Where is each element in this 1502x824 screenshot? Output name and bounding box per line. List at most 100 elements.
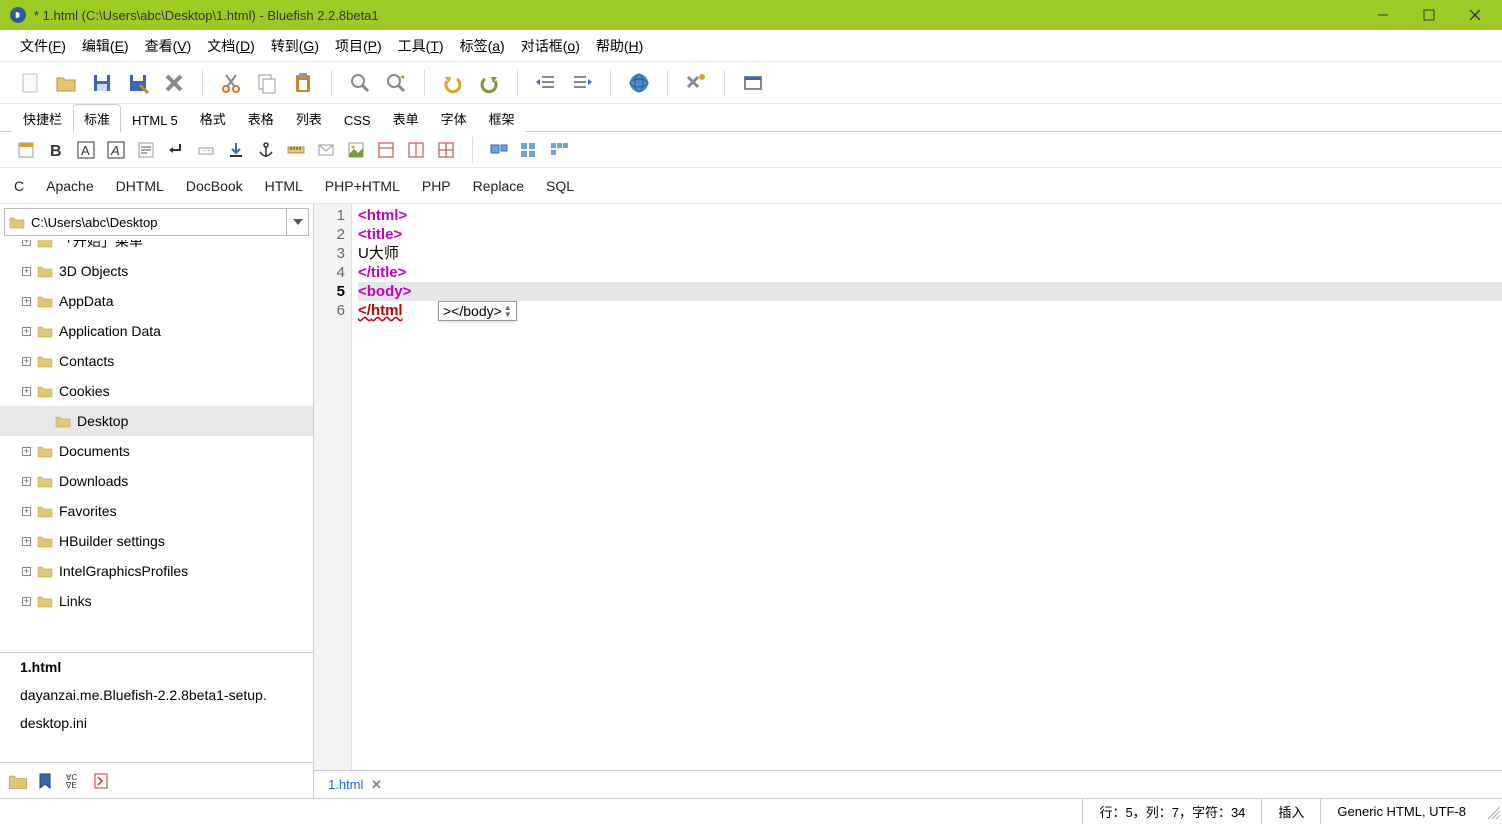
find-replace-button[interactable] bbox=[380, 67, 412, 99]
tree-folder[interactable]: +AppData bbox=[0, 286, 313, 316]
download-icon[interactable] bbox=[224, 138, 248, 162]
indent-button[interactable] bbox=[566, 67, 598, 99]
path-selector[interactable]: C:\Users\abc\Desktop bbox=[4, 208, 309, 236]
redo-button[interactable] bbox=[473, 67, 505, 99]
document-tab[interactable]: 1.html ✕ bbox=[322, 774, 388, 796]
tree-folder[interactable]: +Cookies bbox=[0, 376, 313, 406]
cut-button[interactable] bbox=[215, 67, 247, 99]
autocomplete-spinner[interactable]: ▲▼ bbox=[504, 304, 512, 318]
lang-item[interactable]: Apache bbox=[46, 178, 93, 194]
minimize-button[interactable] bbox=[1360, 0, 1406, 30]
charmap-icon[interactable]: ∀C∇E bbox=[62, 769, 86, 793]
unindent-button[interactable] bbox=[530, 67, 562, 99]
tree-folder[interactable]: +Downloads bbox=[0, 466, 313, 496]
code-editor[interactable]: <html><title>U大师</title><body></html ></… bbox=[352, 204, 1502, 770]
email-icon[interactable] bbox=[314, 138, 338, 162]
close-tab-icon[interactable]: ✕ bbox=[371, 777, 382, 792]
fullscreen-button[interactable] bbox=[737, 67, 769, 99]
category-tab[interactable]: 标准 bbox=[73, 104, 121, 132]
c3-icon[interactable] bbox=[434, 138, 458, 162]
file-item[interactable]: dayanzai.me.Bluefish-2.2.8beta1-setup. bbox=[0, 681, 313, 709]
find-button[interactable] bbox=[344, 67, 376, 99]
bold-icon[interactable]: B bbox=[44, 138, 68, 162]
resize-grip[interactable] bbox=[1482, 803, 1502, 821]
img-grid-icon[interactable] bbox=[547, 138, 571, 162]
lang-item[interactable]: Replace bbox=[473, 178, 524, 194]
menu-item[interactable]: 工具(T) bbox=[392, 32, 450, 60]
lang-item[interactable]: HTML bbox=[265, 178, 303, 194]
category-tab[interactable]: 快捷栏 bbox=[12, 104, 73, 132]
file-item[interactable]: 1.html bbox=[0, 653, 313, 681]
code-line[interactable]: </title> bbox=[358, 263, 1502, 282]
lang-item[interactable]: DocBook bbox=[186, 178, 243, 194]
file-list[interactable]: 1.htmldayanzai.me.Bluefish-2.2.8beta1-se… bbox=[0, 652, 313, 762]
body-icon[interactable] bbox=[14, 138, 38, 162]
tree-folder[interactable]: +IntelGraphicsProfiles bbox=[0, 556, 313, 586]
menu-item[interactable]: 文件(F) bbox=[14, 32, 72, 60]
category-tab[interactable]: CSS bbox=[333, 108, 382, 132]
text-a2-icon[interactable]: A bbox=[104, 138, 128, 162]
save-as-button[interactable] bbox=[122, 67, 154, 99]
menu-item[interactable]: 帮助(H) bbox=[590, 32, 649, 60]
snippets-icon[interactable] bbox=[90, 769, 114, 793]
category-tab[interactable]: 格式 bbox=[189, 104, 237, 132]
code-line[interactable]: </html bbox=[358, 301, 1502, 320]
tree-folder[interactable]: Desktop bbox=[0, 406, 313, 436]
code-line[interactable]: U大师 bbox=[358, 244, 1502, 263]
close-button[interactable] bbox=[1452, 0, 1498, 30]
category-tab[interactable]: HTML 5 bbox=[121, 108, 189, 132]
menu-item[interactable]: 标签(a) bbox=[454, 32, 511, 60]
tree-folder[interactable]: +Links bbox=[0, 586, 313, 616]
menu-item[interactable]: 查看(V) bbox=[139, 32, 198, 60]
tree-folder[interactable]: +「开始」菜单 bbox=[0, 240, 313, 256]
autocomplete-popup[interactable]: ></body> ▲▼ bbox=[438, 301, 517, 321]
category-tab[interactable]: 列表 bbox=[285, 104, 333, 132]
code-line[interactable]: <title> bbox=[358, 225, 1502, 244]
copy-button[interactable] bbox=[251, 67, 283, 99]
c1-icon[interactable] bbox=[374, 138, 398, 162]
image1-icon[interactable] bbox=[344, 138, 368, 162]
new-button[interactable] bbox=[14, 67, 46, 99]
tree-folder[interactable]: +3D Objects bbox=[0, 256, 313, 286]
category-tab[interactable]: 表格 bbox=[237, 104, 285, 132]
category-tab[interactable]: 字体 bbox=[430, 104, 478, 132]
lang-item[interactable]: C bbox=[14, 178, 24, 194]
text-a-icon[interactable]: A bbox=[74, 138, 98, 162]
open-button[interactable] bbox=[50, 67, 82, 99]
menu-item[interactable]: 编辑(E) bbox=[76, 32, 135, 60]
tree-folder[interactable]: +Contacts bbox=[0, 346, 313, 376]
tree-folder[interactable]: +Favorites bbox=[0, 496, 313, 526]
multi-thumb-icon[interactable] bbox=[517, 138, 541, 162]
insert-mode[interactable]: 插入 bbox=[1261, 799, 1320, 824]
lang-item[interactable]: DHTML bbox=[116, 178, 164, 194]
path-dropdown-button[interactable] bbox=[286, 209, 308, 235]
lang-item[interactable]: SQL bbox=[546, 178, 574, 194]
bookmarks-icon[interactable] bbox=[34, 769, 58, 793]
menu-item[interactable]: 转到(G) bbox=[265, 32, 325, 60]
web-button[interactable] bbox=[623, 67, 655, 99]
undo-button[interactable] bbox=[437, 67, 469, 99]
menu-item[interactable]: 项目(P) bbox=[329, 32, 388, 60]
category-tab[interactable]: 框架 bbox=[478, 104, 526, 132]
paste-button[interactable] bbox=[287, 67, 319, 99]
file-item[interactable]: desktop.ini bbox=[0, 709, 313, 737]
break-icon[interactable] bbox=[164, 138, 188, 162]
maximize-button[interactable] bbox=[1406, 0, 1452, 30]
tree-folder[interactable]: +HBuilder settings bbox=[0, 526, 313, 556]
lang-item[interactable]: PHP bbox=[422, 178, 451, 194]
save-button[interactable] bbox=[86, 67, 118, 99]
nbsp-icon[interactable]: ··· bbox=[194, 138, 218, 162]
paragraph-icon[interactable] bbox=[134, 138, 158, 162]
menu-item[interactable]: 对话框(o) bbox=[515, 32, 586, 60]
ruler-icon[interactable] bbox=[284, 138, 308, 162]
code-line[interactable]: <html> bbox=[358, 206, 1502, 225]
category-tab[interactable]: 表单 bbox=[382, 104, 430, 132]
tree-folder[interactable]: +Documents bbox=[0, 436, 313, 466]
encoding[interactable]: Generic HTML, UTF-8 bbox=[1320, 799, 1482, 824]
lang-item[interactable]: PHP+HTML bbox=[325, 178, 400, 194]
c2-icon[interactable] bbox=[404, 138, 428, 162]
filebrowser-icon[interactable] bbox=[6, 769, 30, 793]
preferences-button[interactable] bbox=[680, 67, 712, 99]
folder-tree[interactable]: +「开始」菜单+3D Objects+AppData+Application D… bbox=[0, 240, 313, 652]
code-line[interactable]: <body> bbox=[358, 282, 1502, 301]
